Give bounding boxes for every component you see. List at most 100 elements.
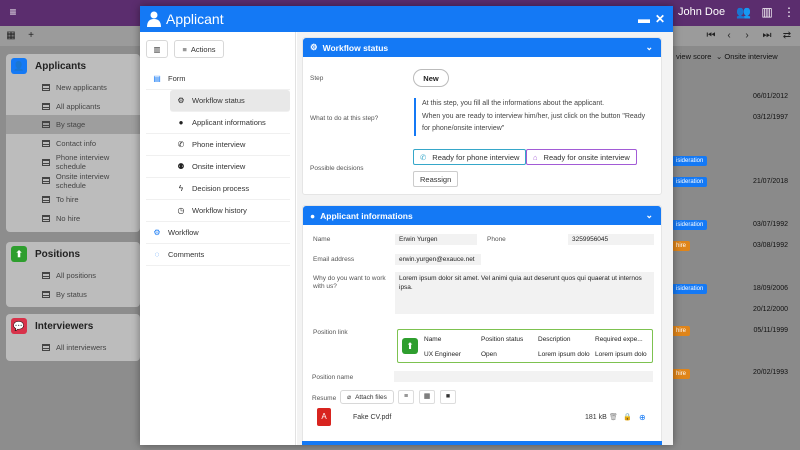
- download-icon[interactable]: ⊕: [639, 413, 646, 422]
- list-date: 05/11/1999: [753, 327, 788, 334]
- nav-item[interactable]: All positions: [6, 266, 140, 285]
- last-page-icon[interactable]: ⏭: [760, 29, 774, 43]
- nav-item[interactable]: Contact info: [6, 134, 140, 153]
- tree-node-form[interactable]: ▤ Form: [146, 68, 290, 90]
- next-panel-header: [302, 441, 662, 445]
- email-label: Email address: [313, 256, 355, 263]
- actions-button[interactable]: ≡ Actions: [174, 40, 224, 58]
- user-icon: ●: [178, 118, 184, 127]
- close-icon[interactable]: ✕: [655, 12, 665, 26]
- position-link-card[interactable]: ⬆ Name Position status Description Requi…: [397, 329, 653, 363]
- users-icon[interactable]: 👥: [736, 5, 751, 19]
- user-icon: ●: [310, 210, 316, 221]
- why-label: Why do you want to work with us?: [313, 275, 386, 290]
- nav-item[interactable]: To hire: [6, 190, 140, 209]
- grid-icon: [42, 195, 50, 203]
- why-field[interactable]: Lorem ipsum dolor sit amet. Vel animi qu…: [395, 272, 654, 314]
- gear-icon: ⚙: [177, 96, 185, 105]
- next-page-icon[interactable]: ›: [740, 29, 754, 43]
- position-cell: Open: [481, 351, 497, 358]
- status-badge: hire: [672, 241, 691, 251]
- status-badge: isideration: [672, 220, 708, 230]
- attach-files-button[interactable]: ⌀ Attach files: [340, 390, 394, 404]
- chat-icon: 💬: [11, 318, 27, 334]
- add-icon[interactable]: +: [24, 29, 38, 43]
- tree-label: Workflow status: [192, 96, 245, 105]
- menu-icon[interactable]: ≡: [6, 5, 20, 19]
- tree-node-decision-process[interactable]: ϟ Decision process: [146, 178, 290, 200]
- nav-group-applicants: 👤 Applicants New applicants All applicant…: [6, 54, 140, 232]
- grid-icon: [42, 290, 50, 298]
- list-view-icon[interactable]: ≡: [398, 390, 414, 404]
- step-value: New: [413, 69, 449, 87]
- grid-icon: [42, 214, 50, 222]
- nav-item[interactable]: Phone interview schedule: [6, 153, 140, 172]
- panel-header[interactable]: ⚙ Workflow status ⌄: [303, 38, 661, 57]
- column-header[interactable]: view score: [676, 52, 711, 61]
- grid-view-icon[interactable]: ▦: [419, 390, 435, 404]
- chevron-down-icon[interactable]: ⌄: [645, 42, 653, 53]
- position-cell: Lorem ipsum dolo: [595, 351, 647, 358]
- list-date: 03/08/1992: [752, 242, 788, 249]
- nav-item[interactable]: By status: [6, 285, 140, 304]
- nav-item-label: All positions: [56, 270, 97, 280]
- email-field[interactable]: erwin.yurgen@exauce.net: [395, 254, 481, 265]
- nav-group-title: Interviewers: [35, 320, 94, 332]
- position-name-field[interactable]: [394, 371, 653, 382]
- list-date: 06/01/2012: [752, 93, 788, 100]
- tree-node-workflow-status[interactable]: ⚙ Workflow status: [170, 90, 290, 112]
- resume-label: Resume: [312, 395, 337, 402]
- prev-page-icon[interactable]: ‹: [722, 29, 736, 43]
- nav-item-selected[interactable]: By stage: [6, 115, 140, 135]
- tree-node-workflow-history[interactable]: ◷ Workflow history: [146, 200, 290, 222]
- delete-icon[interactable]: 🗑: [609, 413, 618, 421]
- status-badge: isideration: [672, 284, 708, 294]
- map-icon[interactable]: ▥: [760, 5, 774, 19]
- todo-label: What to do at this step?: [310, 115, 379, 122]
- panel-title: Applicant informations: [320, 210, 413, 221]
- ready-phone-button[interactable]: ✆ Ready for phone interview: [413, 149, 527, 165]
- lock-icon[interactable]: 🔒: [623, 413, 632, 421]
- layout-icon[interactable]: ▦: [4, 29, 18, 43]
- chevron-down-icon[interactable]: ⌄: [645, 210, 653, 221]
- bolt-icon: ϟ: [178, 184, 184, 193]
- actions-label: Actions: [190, 44, 216, 54]
- nav-item[interactable]: All interviewers: [6, 338, 140, 357]
- nav-item-label: Onsite interview schedule: [55, 171, 110, 190]
- tree-label: Form: [168, 74, 186, 83]
- position-header: Name: [424, 336, 442, 343]
- nav-item-label: All interviewers: [56, 342, 107, 352]
- tile-view-icon[interactable]: ■: [440, 390, 456, 404]
- tree-node-phone-interview[interactable]: ✆ Phone interview: [146, 134, 290, 156]
- ready-onsite-button[interactable]: ⌂ Ready for onsite interview: [526, 149, 637, 165]
- user-name[interactable]: John Doe: [678, 6, 725, 18]
- phone-field[interactable]: 3259956045: [568, 234, 654, 245]
- tree-node-applicant-informations[interactable]: ● Applicant informations: [146, 112, 290, 134]
- tree-node-onsite-interview[interactable]: ⚉ Onsite interview: [146, 156, 290, 178]
- tree-node-workflow[interactable]: ⚙ Workflow: [146, 222, 290, 244]
- first-page-icon[interactable]: ⏮: [704, 29, 718, 43]
- nav-item[interactable]: Onsite interview schedule: [6, 171, 140, 190]
- menu-icon: ≡: [182, 44, 187, 54]
- nav-item[interactable]: New applicants: [6, 78, 140, 97]
- layout-toggle-button[interactable]: ▥: [146, 40, 168, 58]
- position-header: Required expe...: [595, 336, 643, 343]
- file-name[interactable]: Fake CV.pdf: [353, 414, 391, 421]
- workflow-status-panel: ⚙ Workflow status ⌄ Step New What to do at…: [302, 37, 662, 195]
- status-badge: hire: [672, 326, 691, 336]
- more-icon[interactable]: ⋮: [782, 5, 796, 19]
- swap-icon[interactable]: ⇄: [780, 29, 794, 43]
- minimize-icon[interactable]: ▬: [638, 12, 650, 26]
- tree-node-comments[interactable]: ◌ Comments: [146, 244, 290, 266]
- name-field[interactable]: Erwin Yurgen: [395, 234, 477, 245]
- panel-header[interactable]: ● Applicant informations ⌄: [303, 206, 661, 225]
- status-badge: hire: [672, 369, 691, 379]
- gear-icon: ⚙: [310, 42, 318, 52]
- reassign-button[interactable]: Reassign: [413, 171, 459, 187]
- nav-item[interactable]: All applicants: [6, 97, 140, 116]
- column-header[interactable]: ⌄ Onsite interview: [716, 52, 778, 61]
- nav-item-label: New applicants: [56, 82, 107, 92]
- home-icon: ⌂: [533, 152, 538, 162]
- position-cell: UX Engineer: [424, 351, 461, 358]
- nav-item[interactable]: No hire: [6, 209, 140, 228]
